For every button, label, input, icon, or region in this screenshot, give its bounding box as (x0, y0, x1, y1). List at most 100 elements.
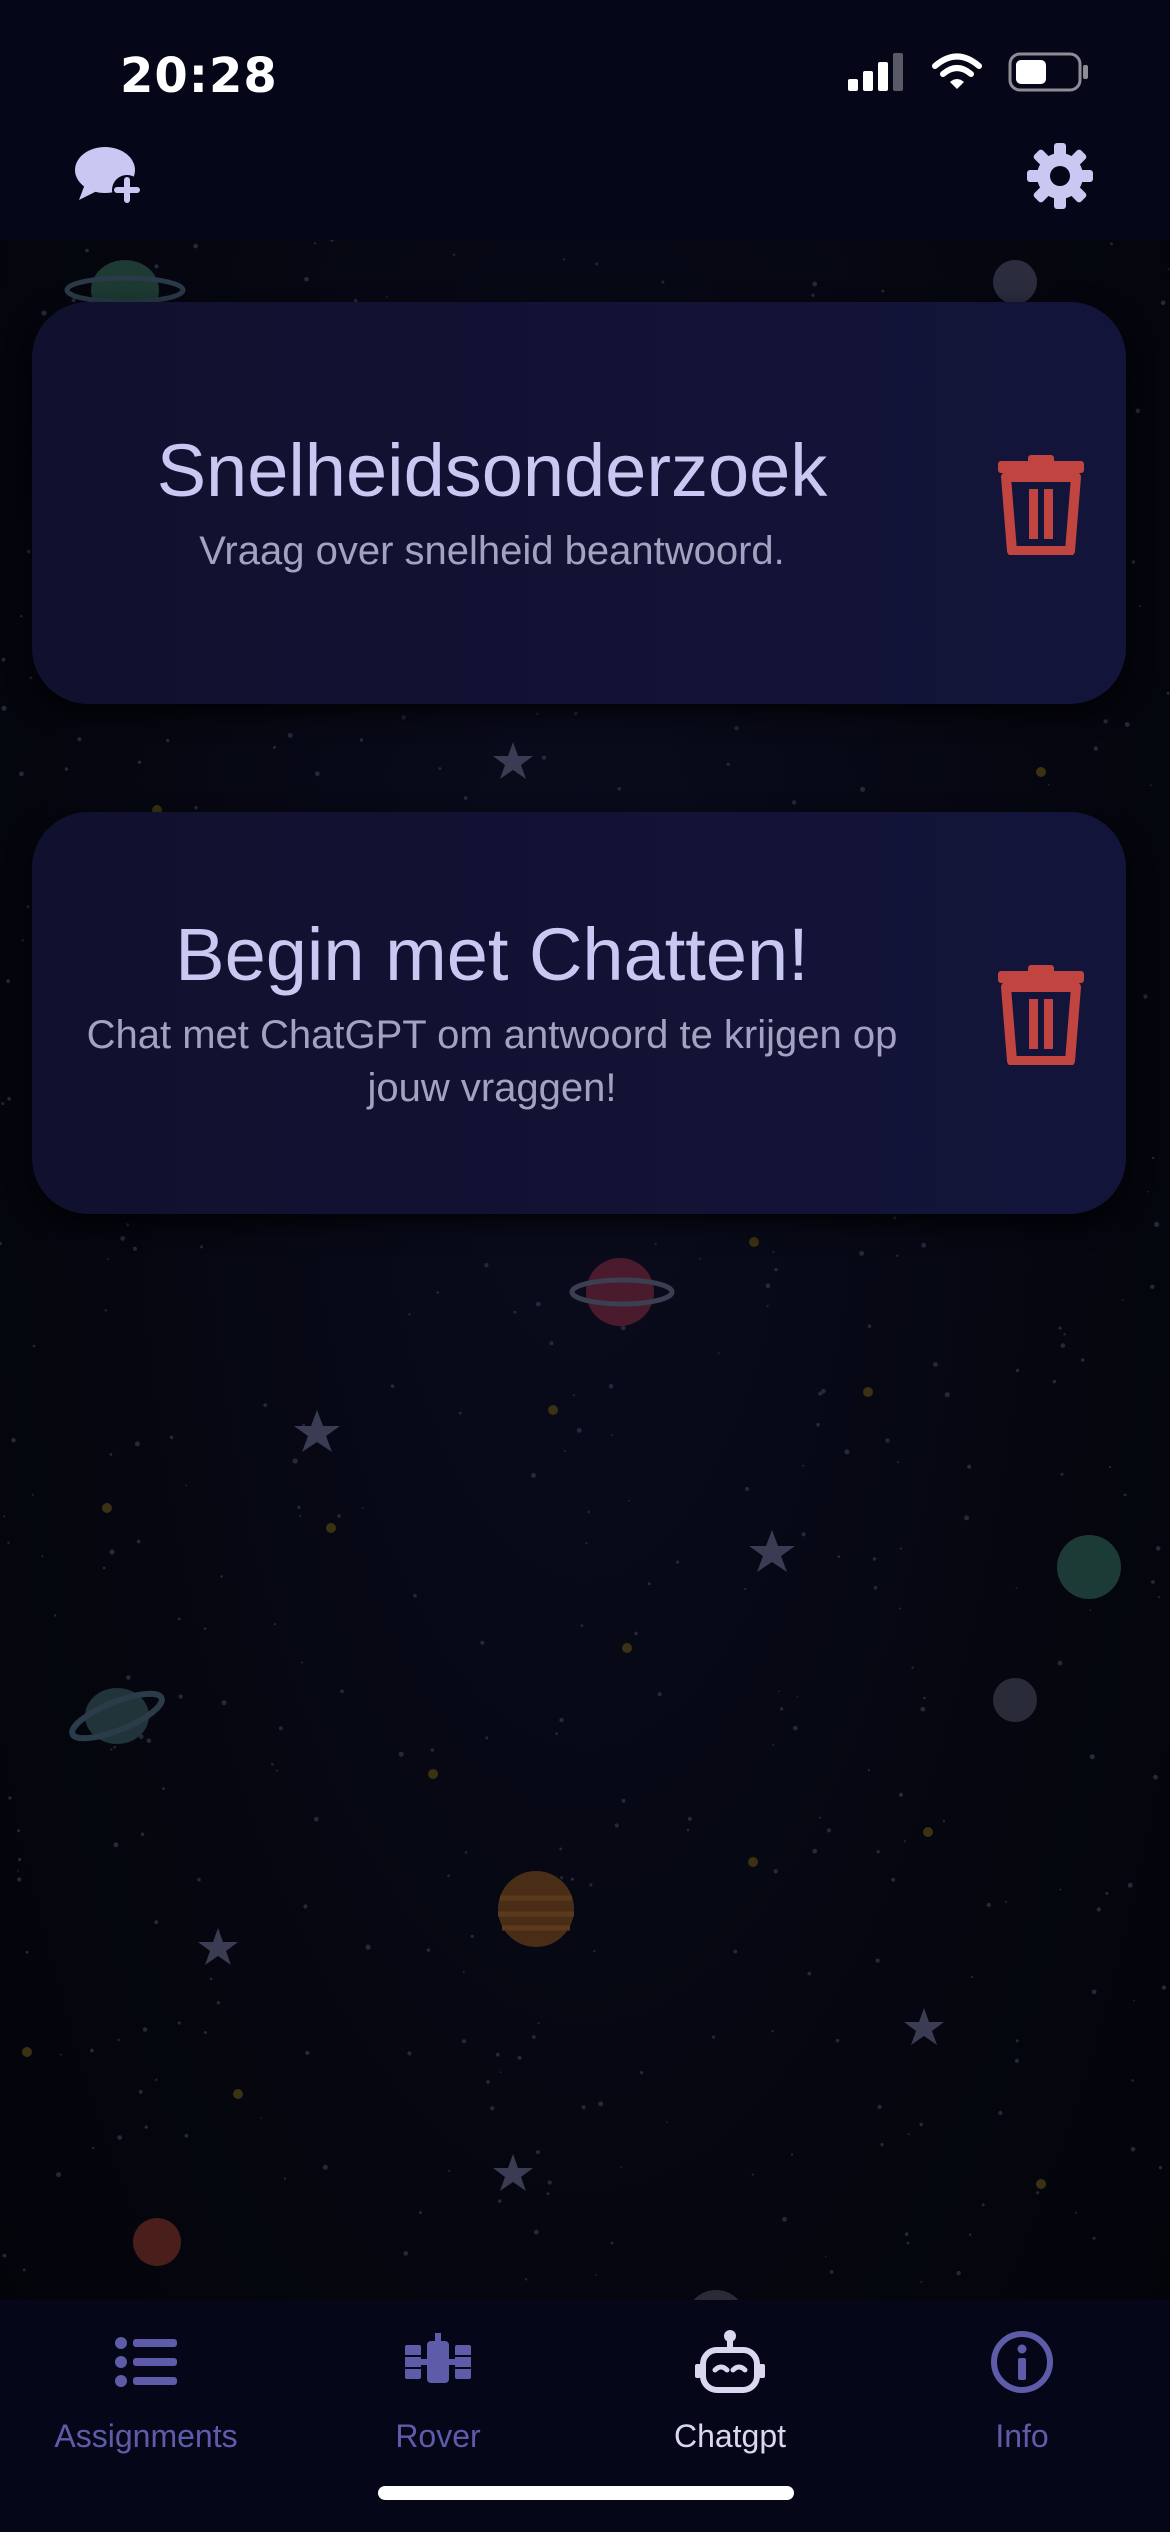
star-dot (517, 2055, 522, 2060)
star-dot (1154, 1221, 1160, 1227)
star-dot (497, 2199, 502, 2203)
star-dot (166, 738, 170, 743)
star-dot (1, 1102, 5, 1105)
star-dot (564, 1450, 566, 1453)
star-dot (620, 2166, 623, 2168)
star-dot (499, 2071, 502, 2074)
star-dot (413, 1594, 417, 1598)
star-dot (1015, 2039, 1019, 2043)
settings-button[interactable] (1020, 138, 1100, 218)
star-dot (154, 1920, 159, 1925)
star-dot (144, 2125, 148, 2129)
tab-rover[interactable]: Rover (292, 2300, 584, 2470)
star-dot (1052, 1379, 1057, 1384)
star-dot (1092, 2236, 1096, 2240)
star-dot (873, 1586, 878, 1590)
star-dot (745, 1487, 750, 1491)
star-dot (546, 2192, 550, 2196)
star-dot (56, 2172, 62, 2178)
star-dot (920, 2281, 923, 2283)
home-indicator[interactable] (378, 2486, 794, 2500)
star-dot (1075, 2211, 1077, 2214)
star-dot (780, 1707, 784, 1711)
star-dot (401, 715, 406, 720)
star-dot (867, 1769, 871, 1772)
star-dot (614, 1823, 619, 1828)
star-dot (891, 1877, 896, 1882)
star-dot (559, 1847, 562, 1851)
star-dot (726, 762, 730, 766)
star-dot (1063, 1333, 1066, 1336)
star-dot (903, 1840, 906, 1843)
star-dot (1047, 784, 1050, 786)
star-dot (177, 1617, 181, 1621)
trash-icon (996, 965, 1086, 1069)
star-dot (531, 1472, 536, 1478)
star-dot (772, 1251, 775, 1254)
star-dot (647, 1582, 651, 1586)
star-dot (1109, 1465, 1112, 1469)
star-dot (811, 293, 815, 297)
star-dot (117, 2135, 123, 2141)
star-dot (576, 1427, 582, 1433)
star-dot (314, 1817, 319, 1822)
star-dot (942, 1820, 946, 1823)
star-dot (610, 1434, 613, 1437)
star-dot (287, 732, 293, 738)
chat-card[interactable]: Snelheidsonderzoek Vraag over snelheid b… (32, 302, 1126, 704)
star-dot (573, 711, 578, 716)
star-dot (998, 2110, 1003, 2116)
star-dot (537, 2022, 540, 2025)
star-dot (967, 1464, 972, 1469)
star-dot (26, 905, 30, 909)
star-dot (893, 1216, 897, 1220)
star-dot (20, 615, 23, 618)
star-dot (816, 1422, 820, 1427)
star-dot (1152, 1156, 1155, 1160)
new-chat-button[interactable] (70, 138, 150, 218)
star-dot (25, 1950, 29, 1954)
star-dot (64, 767, 69, 771)
star-dot (297, 1505, 301, 1509)
star-dot (1124, 722, 1130, 727)
star-dot (923, 1696, 926, 1700)
star-dot (419, 2211, 422, 2215)
delete-chat-button[interactable] (996, 965, 1086, 1066)
star-dot (791, 800, 797, 805)
star-dot (302, 1423, 305, 1427)
gear-icon (1027, 143, 1093, 213)
tab-chatgpt[interactable]: Chatgpt (584, 2300, 876, 2470)
star-dot (322, 2164, 328, 2170)
star-dot (19, 771, 24, 777)
star-dot (766, 1304, 769, 1307)
star-dot (453, 253, 456, 256)
star-dot (877, 2104, 882, 2110)
star-dot (765, 1283, 771, 1289)
star-dot (734, 726, 739, 731)
star-dot (126, 1675, 131, 1680)
star-dot (598, 2101, 604, 2107)
tab-info[interactable]: Info (876, 2300, 1168, 2470)
star-dot (438, 767, 442, 770)
chat-card-text: Snelheidsonderzoek Vraag over snelheid b… (32, 302, 952, 704)
star-dot (107, 1258, 110, 1261)
robot-icon (694, 2326, 766, 2398)
star-dot (657, 1692, 662, 1697)
star-dot (85, 248, 89, 253)
star-dot (184, 2133, 189, 2138)
star-dot (155, 2078, 158, 2082)
star-dot (403, 2251, 409, 2256)
star-dot (595, 262, 598, 266)
star-dot (933, 1362, 938, 1367)
tab-assignments[interactable]: Assignments (0, 2300, 292, 2470)
star-dot (305, 2050, 310, 2055)
star-dot (956, 2270, 961, 2276)
star-dot (547, 2180, 552, 2185)
chat-card[interactable]: Begin met Chatten! Chat met ChatGPT om a… (32, 812, 1126, 1214)
delete-chat-button[interactable] (996, 455, 1086, 556)
star-dot (876, 1850, 880, 1854)
star-dot (6, 979, 11, 984)
star-dot (146, 1738, 152, 1743)
star-dot (1060, 1343, 1066, 1348)
star-dot (585, 1542, 588, 1545)
